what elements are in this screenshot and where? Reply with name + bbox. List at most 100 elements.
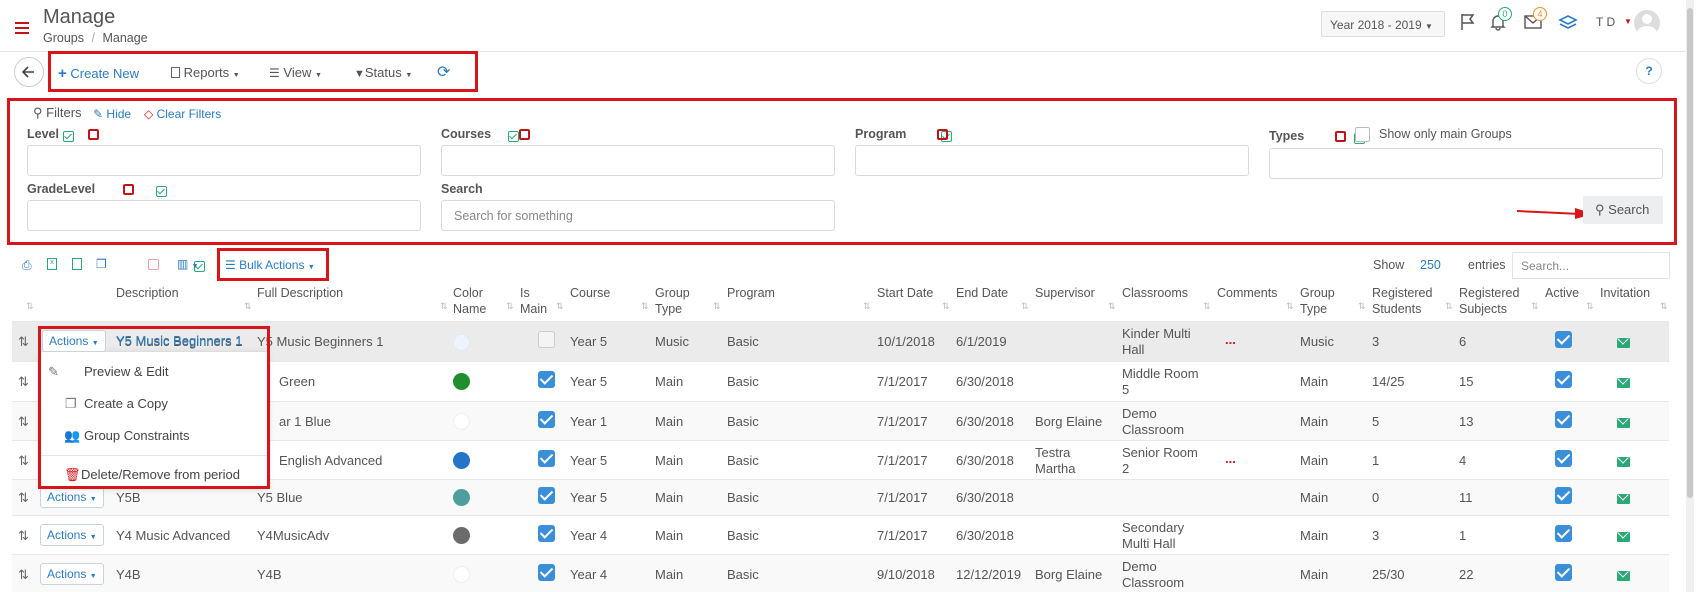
copy-icon[interactable]: ❐ xyxy=(96,257,107,271)
col-color-name[interactable]: Color Name xyxy=(453,285,486,317)
table-row[interactable]: ⇅ Actions ▼ Y4 Music Advanced Y4MusicAdv… xyxy=(12,515,1669,554)
col-classrooms[interactable]: Classrooms xyxy=(1122,285,1188,301)
entries-select[interactable]: 250 xyxy=(1420,258,1441,272)
view-button[interactable]: ☰ View ▼ xyxy=(269,65,322,80)
program-input[interactable] xyxy=(855,145,1249,176)
envelope-icon[interactable] xyxy=(1617,378,1630,388)
deselect-icon[interactable] xyxy=(148,259,159,270)
col-registered-subjects[interactable]: Registered Subjects xyxy=(1459,285,1519,317)
is-main-checkbox[interactable] xyxy=(538,371,555,388)
col-supervisor[interactable]: Supervisor xyxy=(1035,285,1095,301)
active-checkbox[interactable] xyxy=(1555,371,1572,388)
drag-handle-icon[interactable]: ⇅ xyxy=(18,374,29,390)
col-invitation[interactable]: Invitation xyxy=(1600,285,1650,301)
envelope-icon[interactable] xyxy=(1617,457,1630,467)
color-swatch xyxy=(453,334,470,351)
back-button[interactable] xyxy=(14,57,44,87)
is-main-checkbox[interactable] xyxy=(538,487,555,504)
level-select-all-icon[interactable] xyxy=(63,131,74,143)
year-select[interactable]: Year 2018 - 2019 ▼ xyxy=(1321,11,1445,37)
envelope-icon[interactable] xyxy=(1617,571,1630,581)
flag-icon[interactable] xyxy=(1460,13,1476,34)
user-initials[interactable]: T D xyxy=(1596,15,1615,29)
active-checkbox[interactable] xyxy=(1555,564,1572,581)
is-main-checkbox[interactable] xyxy=(538,411,555,428)
row-description-link[interactable]: Y4 Music Advanced xyxy=(116,528,230,544)
drag-handle-icon[interactable]: ⇅ xyxy=(18,567,29,583)
search-button[interactable]: ⚲ Search xyxy=(1583,196,1663,224)
active-checkbox[interactable] xyxy=(1555,487,1572,504)
grade-level-input[interactable] xyxy=(27,200,421,231)
search-field[interactable]: Search for something xyxy=(441,200,835,231)
level-input[interactable] xyxy=(27,145,421,176)
drag-handle-icon[interactable]: ⇅ xyxy=(18,414,29,430)
refresh-icon[interactable]: ⟳ xyxy=(437,62,450,82)
active-checkbox[interactable] xyxy=(1555,525,1572,542)
drag-handle-icon[interactable]: ⇅ xyxy=(18,528,29,544)
courses-input[interactable] xyxy=(441,145,835,176)
col-active[interactable]: Active xyxy=(1545,285,1579,301)
scrollbar[interactable] xyxy=(1686,0,1694,592)
create-new-button[interactable]: + Create New xyxy=(58,65,139,82)
reports-button[interactable]: Reports ▼ xyxy=(171,65,240,80)
level-clear-icon[interactable] xyxy=(88,129,99,140)
col-comments[interactable]: Comments xyxy=(1217,285,1277,301)
types-clear-icon[interactable] xyxy=(1335,131,1346,142)
col-course[interactable]: Course xyxy=(570,285,610,301)
row-description-link[interactable]: Y5B xyxy=(116,490,141,506)
avatar[interactable] xyxy=(1634,10,1660,36)
clear-filters-link[interactable]: ◇ Clear Filters xyxy=(144,107,221,121)
courses-clear-icon[interactable] xyxy=(519,129,530,140)
active-checkbox[interactable] xyxy=(1555,331,1572,348)
col-group-type-2[interactable]: Group Type xyxy=(1300,285,1335,317)
drag-handle-icon[interactable]: ⇅ xyxy=(18,453,29,469)
help-button[interactable]: ? xyxy=(1636,58,1662,84)
layers-icon[interactable] xyxy=(1558,13,1578,34)
envelope-icon[interactable] xyxy=(1617,338,1630,348)
envelope-icon[interactable] xyxy=(1617,494,1630,504)
types-input[interactable] xyxy=(1269,148,1663,179)
hide-filters-link[interactable]: ✎ Hide xyxy=(93,107,131,121)
row-actions-button[interactable]: Actions ▼ xyxy=(40,524,104,546)
col-full-description[interactable]: Full Description xyxy=(257,285,343,301)
envelope-icon[interactable] xyxy=(1617,418,1630,428)
table-search-input[interactable]: Search... xyxy=(1512,252,1670,279)
is-main-checkbox[interactable] xyxy=(538,331,555,348)
comments-link[interactable]: ... xyxy=(1225,451,1236,467)
breadcrumb-item-groups[interactable]: Groups xyxy=(43,31,84,45)
row-description-link[interactable]: Y4B xyxy=(116,567,141,583)
active-checkbox[interactable] xyxy=(1555,450,1572,467)
user-caret-icon[interactable]: ▼ xyxy=(1624,17,1632,26)
active-checkbox[interactable] xyxy=(1555,411,1572,428)
courses-select-all-icon[interactable] xyxy=(508,131,520,143)
excel-icon[interactable]: x xyxy=(47,258,57,270)
col-start-date[interactable]: Start Date xyxy=(877,285,933,301)
is-main-checkbox[interactable] xyxy=(538,450,555,467)
comments-link[interactable]: ... xyxy=(1225,332,1236,348)
col-registered-students[interactable]: Registered Students xyxy=(1372,285,1432,317)
col-group-type[interactable]: Group Type xyxy=(655,285,690,317)
col-program[interactable]: Program xyxy=(727,285,775,301)
table-row[interactable]: ⇅ Actions ▼ Y4B Y4B Year 4 Main Basic 9/… xyxy=(12,554,1669,592)
grade-level-select-all-icon[interactable] xyxy=(155,186,167,198)
columns-icon[interactable]: ▥ ▼ xyxy=(177,257,199,271)
envelope-icon[interactable] xyxy=(1617,532,1630,542)
is-main-checkbox[interactable] xyxy=(538,564,555,581)
row-actions-button[interactable]: Actions ▼ xyxy=(40,486,104,508)
status-button[interactable]: ▼Status ▼ xyxy=(354,65,412,80)
drag-handle-icon[interactable]: ⇅ xyxy=(18,334,29,350)
csv-icon[interactable] xyxy=(72,258,82,270)
col-is-main[interactable]: Is Main xyxy=(520,285,547,317)
drag-handle-icon[interactable]: ⇅ xyxy=(18,490,29,506)
col-description[interactable]: Description xyxy=(116,285,179,301)
is-main-checkbox[interactable] xyxy=(538,525,555,542)
print-icon[interactable]: ⎙ xyxy=(22,258,32,273)
filter-icon: ▼ xyxy=(354,68,365,80)
menu-toggle-icon[interactable] xyxy=(15,22,29,34)
col-end-date[interactable]: End Date xyxy=(956,285,1008,301)
bulk-actions-button[interactable]: ☰ Bulk Actions ▼ xyxy=(225,258,315,272)
grade-level-clear-icon[interactable] xyxy=(123,184,134,195)
program-clear-icon[interactable] xyxy=(937,129,948,140)
row-actions-button[interactable]: Actions ▼ xyxy=(40,563,104,585)
show-main-checkbox[interactable] xyxy=(1355,127,1370,142)
